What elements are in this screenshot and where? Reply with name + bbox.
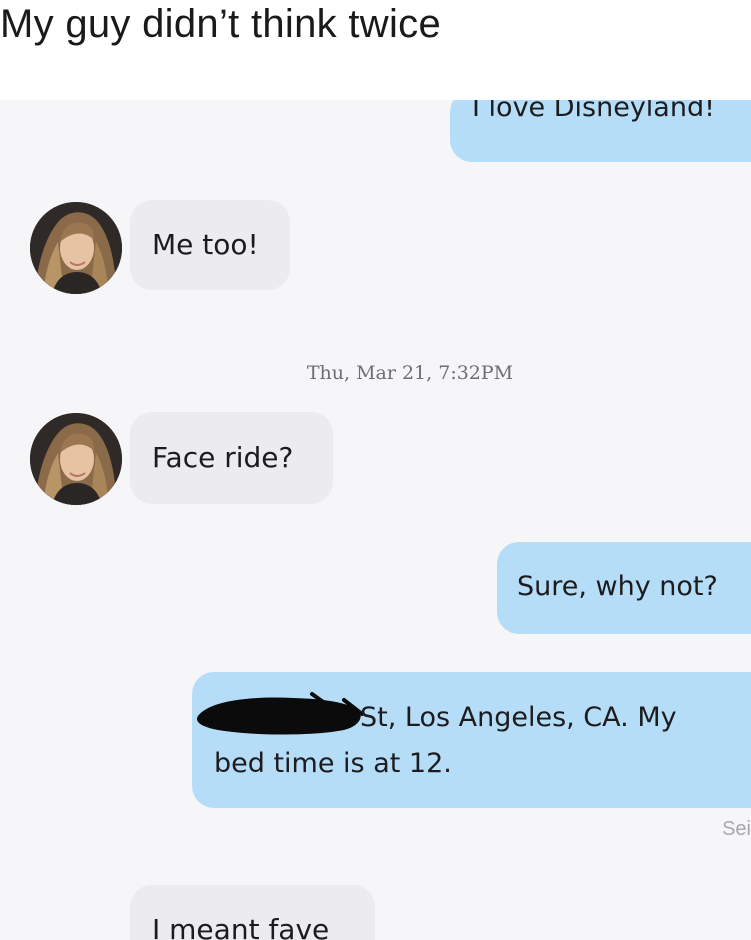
received-message-bubble: I meant fave bbox=[130, 885, 375, 940]
sent-message-bubble: Sure, why not? bbox=[497, 542, 751, 634]
contact-avatar[interactable] bbox=[30, 202, 122, 294]
avatar-photo-icon bbox=[30, 202, 122, 294]
message-text: Sure, why not? bbox=[517, 571, 718, 602]
sent-message-bubble: St, Los Angeles, CA. My bed time is at 1… bbox=[192, 672, 751, 808]
message-text-line-2: bed time is at 12. bbox=[214, 748, 452, 779]
received-message-bubble: Face ride? bbox=[130, 412, 333, 504]
received-message-bubble: Me too! bbox=[130, 200, 290, 290]
message-timestamp: Thu, Mar 21, 7:32PM bbox=[306, 362, 514, 384]
message-text: I meant fave bbox=[152, 913, 330, 940]
contact-avatar[interactable] bbox=[30, 413, 122, 505]
message-text: I love Disneyland! bbox=[472, 100, 715, 123]
sent-message-bubble: I love Disneyland! bbox=[450, 100, 751, 162]
message-text: Face ride? bbox=[152, 441, 294, 474]
avatar-photo-icon bbox=[30, 413, 122, 505]
delivery-status-text: Sei bbox=[722, 818, 751, 840]
message-thread[interactable]: I love Disneyland! Me too! Thu, Mar 21, … bbox=[0, 100, 751, 940]
message-text-line-1: St, Los Angeles, CA. My bbox=[360, 702, 677, 733]
meme-caption: My guy didn’t think twice bbox=[0, 2, 442, 46]
redaction-scribble-icon bbox=[196, 692, 364, 735]
message-text: Me too! bbox=[152, 228, 259, 261]
